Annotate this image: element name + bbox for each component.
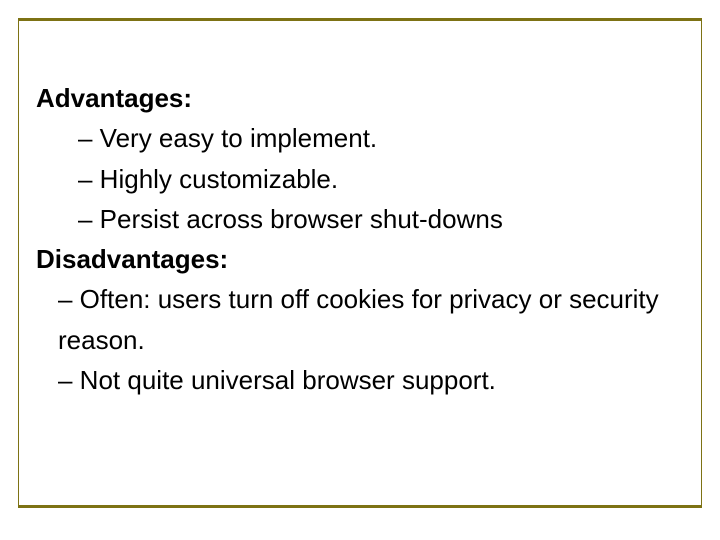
- slide-content: Advantages: – Very easy to implement. – …: [36, 78, 676, 400]
- advantage-item-2: – Highly customizable.: [36, 159, 676, 199]
- disadvantage-item-2: – Not quite universal browser support.: [36, 360, 676, 400]
- disadvantage-item-1: – Often: users turn off cookies for priv…: [36, 279, 676, 360]
- disadvantages-heading: Disadvantages:: [36, 239, 676, 279]
- advantage-item-3: – Persist across browser shut-downs: [36, 199, 676, 239]
- advantage-item-1: – Very easy to implement.: [36, 118, 676, 158]
- advantages-heading: Advantages:: [36, 78, 676, 118]
